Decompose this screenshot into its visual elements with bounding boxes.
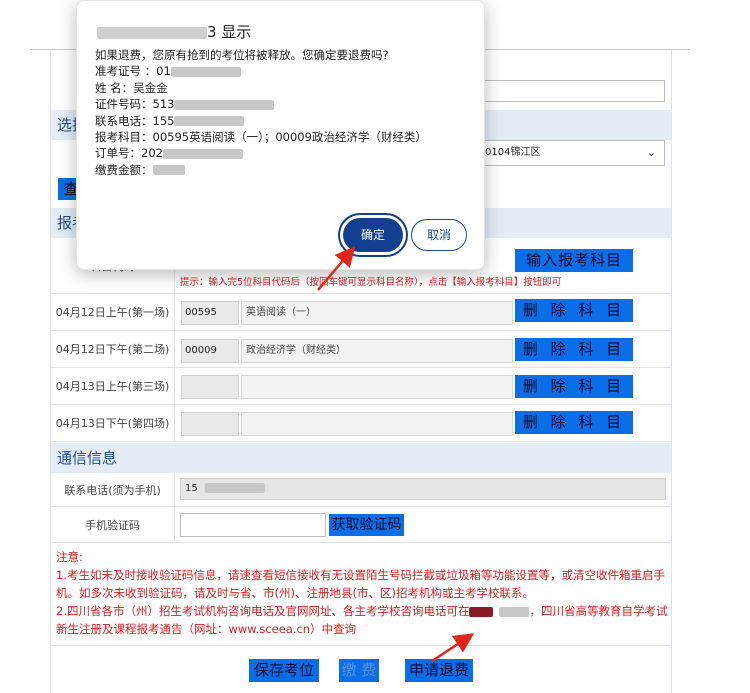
district-select[interactable]: 0104锦江区 ⌄: [462, 140, 665, 166]
redaction-mask: [204, 483, 265, 493]
subject-name-field: 英语阅读（一）: [241, 301, 513, 325]
phone-label: 联系电话(须为手机): [51, 473, 175, 506]
input-subject-button-label: 输入报考科目: [525, 251, 622, 269]
session-label: 04月12日上午(第一场): [51, 294, 175, 330]
redaction-mask: [170, 66, 241, 77]
notice-line-1: 1.考生如未及时接收验证码信息，请速查看短信接收有无设置陌生号码拦截或垃圾箱等功…: [56, 568, 665, 600]
redaction-mask: [162, 148, 243, 159]
dialog-title: 3 显示: [97, 21, 251, 42]
input-subject-button[interactable]: 输入报考科目: [515, 249, 633, 272]
refund-button-label: 申请退费: [408, 661, 469, 679]
divider: [51, 645, 671, 646]
delete-subject-button-label: 删 除 科 目: [522, 301, 626, 319]
dialog-line: 证件号码：513: [95, 96, 427, 112]
subject-name-field: [241, 412, 513, 436]
delete-subject-button-label: 删 除 科 目: [522, 413, 626, 431]
phone-input[interactable]: 15: [180, 478, 666, 500]
section-contact-title: 通信信息: [57, 449, 118, 467]
notice-line-2: 2.四川省各市（州）招生考试机构咨询电话及官网网址、各主考学校咨询电话可在 ，四川…: [56, 602, 668, 638]
delete-subject-button[interactable]: 删 除 科 目: [515, 411, 633, 434]
dialog-line: 缴费金额：: [95, 162, 427, 178]
cancel-button[interactable]: 取消: [411, 219, 467, 251]
redaction-mask: [499, 606, 530, 617]
save-seat-button[interactable]: 保存考位: [249, 659, 319, 682]
confirm-dialog: 3 显示 如果退费，您原有抢到的考位将被释放。您确定要退费吗? 准考证号 ：01…: [76, 0, 485, 270]
pay-button[interactable]: 缴 费: [339, 659, 379, 682]
subject-code-input[interactable]: [181, 375, 239, 399]
delete-subject-button[interactable]: 删 除 科 目: [515, 338, 633, 361]
delete-subject-button[interactable]: 删 除 科 目: [515, 299, 633, 322]
get-code-button-label: 获取验证码: [331, 517, 402, 533]
redaction-mask: [174, 99, 275, 110]
subject-name-field: [241, 375, 513, 399]
dialog-line: 订单号：202: [95, 145, 427, 161]
notice-line-2a: 2.四川省各市（州）招生考试机构咨询电话及官网网址、各主考学校咨询电话可在: [56, 604, 470, 618]
subject-code-input[interactable]: 00009: [181, 339, 239, 363]
delete-subject-button[interactable]: 删 除 科 目: [515, 375, 633, 398]
refund-button[interactable]: 申请退费: [405, 659, 473, 682]
verify-code-input[interactable]: [180, 513, 326, 537]
pay-button-label: 缴 费: [341, 661, 377, 679]
chevron-down-icon: ⌄: [646, 146, 656, 159]
dialog-line: 准考证号 ：01: [95, 63, 427, 79]
dialog-line: 联系电话：155: [95, 113, 427, 129]
phone-input-value: 15: [185, 483, 198, 494]
session-label: 04月13日下午(第四场): [51, 405, 175, 441]
dialog-body: 如果退费，您原有抢到的考位将被释放。您确定要退费吗? 准考证号 ：01 姓 名：…: [95, 47, 427, 178]
verify-code-label: 手机验证码: [51, 507, 175, 542]
subject-name-field: 政治经济学（财经类）: [241, 339, 513, 363]
notice-block: 注意: 1.考生如未及时接收验证码信息，请速查看短信接收有无设置陌生号码拦截或垃…: [56, 548, 668, 638]
confirm-button[interactable]: 确定: [343, 218, 403, 252]
get-code-button[interactable]: 获取验证码: [329, 514, 404, 536]
save-seat-button-label: 保存考位: [253, 661, 314, 679]
dialog-title-suffix: 3 显示: [207, 23, 252, 41]
dialog-line-text: 订单号：202: [95, 146, 163, 161]
name-input[interactable]: [462, 80, 665, 102]
redaction-mask: [174, 116, 245, 127]
dialog-line: 姓 名：吴金金: [95, 80, 168, 95]
session-label: 04月13日上午(第三场): [51, 368, 175, 404]
subject-hint: 提示：输入完5位科目代码后（按回车键可显示科目名称），点击【输入报考科目】按钮即…: [180, 277, 562, 288]
subject-code-input[interactable]: 00595: [181, 301, 239, 325]
redaction-mask: [469, 606, 494, 617]
dialog-line: 报考科目：00595英语阅读（一）；00009政治经济学（财经类）: [95, 129, 427, 144]
district-select-value: 0104锦江区: [485, 147, 541, 158]
subject-code-input[interactable]: [181, 412, 239, 436]
redaction-mask: [152, 165, 185, 176]
dialog-line-text: 缴费金额：: [95, 162, 153, 177]
redaction-mask: [97, 26, 207, 39]
dialog-line-text: 联系电话：155: [95, 113, 175, 128]
section-contact: 通信信息: [51, 443, 671, 473]
dialog-line-text: 证件号码：513: [95, 97, 175, 112]
delete-subject-button-label: 删 除 科 目: [522, 377, 626, 395]
delete-subject-button-label: 删 除 科 目: [522, 340, 626, 358]
dialog-line-text: 准考证号 ：01: [95, 64, 171, 79]
notice-title: 注意:: [56, 550, 83, 564]
session-label: 04月12日下午(第二场): [51, 331, 175, 367]
dialog-line: 如果退费，您原有抢到的考位将被释放。您确定要退费吗?: [95, 48, 389, 62]
